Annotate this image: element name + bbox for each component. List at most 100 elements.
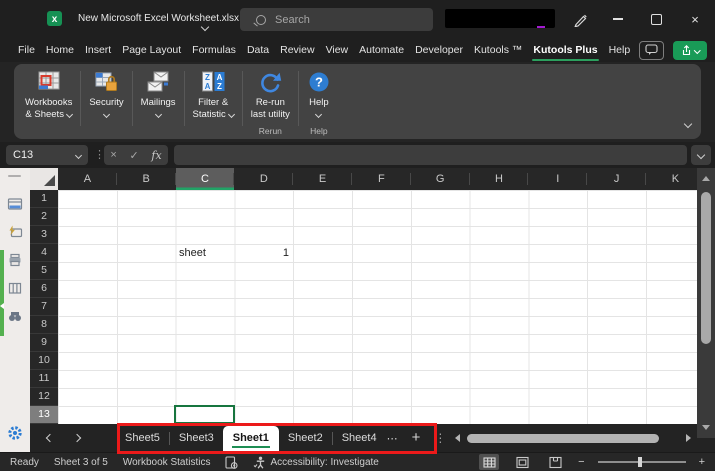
rerun-last-utility-button[interactable]: Re-run last utility bbox=[246, 68, 295, 122]
column-header-a[interactable]: A bbox=[58, 168, 117, 190]
name-box[interactable]: C13 bbox=[6, 145, 88, 165]
help-button[interactable]: ? Help bbox=[302, 68, 336, 119]
pane-drag-handle[interactable] bbox=[8, 175, 21, 177]
workbook-statistics-button[interactable]: Workbook Statistics bbox=[123, 457, 211, 468]
row-header-6[interactable]: 6 bbox=[30, 280, 58, 298]
tab-page-layout[interactable]: Page Layout bbox=[122, 38, 181, 62]
column-header-c[interactable]: C bbox=[176, 168, 235, 190]
row-header-7[interactable]: 7 bbox=[30, 298, 58, 316]
row-header-9[interactable]: 9 bbox=[30, 334, 58, 352]
row-header-11[interactable]: 11 bbox=[30, 370, 58, 388]
confirm-entry-button[interactable]: ✓ bbox=[129, 149, 138, 162]
previous-sheet-button[interactable] bbox=[36, 424, 63, 452]
macro-record-icon[interactable] bbox=[225, 456, 238, 469]
mailings-button[interactable]: Mailings bbox=[136, 68, 181, 119]
filter-statistic-button[interactable]: Z A A Z Filter & Statistic bbox=[188, 68, 239, 122]
tab-data[interactable]: Data bbox=[247, 38, 269, 62]
cell-grid[interactable]: sheet 1 bbox=[58, 190, 697, 424]
cancel-entry-button[interactable]: × bbox=[110, 149, 116, 161]
tab-developer[interactable]: Developer bbox=[415, 38, 463, 62]
sheet-tab-sheet2[interactable]: Sheet2 bbox=[279, 424, 332, 452]
sheet-tab-sheet4[interactable]: Sheet4 bbox=[333, 424, 386, 452]
column-header-i[interactable]: I bbox=[528, 168, 587, 190]
column-header-f[interactable]: F bbox=[352, 168, 411, 190]
vertical-scrollbar-thumb[interactable] bbox=[701, 192, 711, 344]
close-button[interactable]: × bbox=[680, 4, 710, 34]
page-break-preview-button[interactable] bbox=[545, 454, 565, 470]
column-list-pane-icon[interactable] bbox=[7, 280, 23, 296]
workbook-sheet-pane-icon[interactable] bbox=[7, 196, 23, 212]
column-header-k[interactable]: K bbox=[646, 168, 697, 190]
cell-C4[interactable]: sheet bbox=[179, 244, 206, 262]
zoom-slider-thumb[interactable] bbox=[638, 457, 642, 467]
row-header-3[interactable]: 3 bbox=[30, 226, 58, 244]
sheet-tab-sheet5[interactable]: Sheet5 bbox=[116, 424, 169, 452]
row-header-10[interactable]: 10 bbox=[30, 352, 58, 370]
zoom-slider[interactable] bbox=[598, 461, 686, 463]
row-header-2[interactable]: 2 bbox=[30, 208, 58, 226]
expand-formula-bar-button[interactable] bbox=[691, 145, 711, 165]
share-button[interactable] bbox=[673, 41, 707, 60]
tab-kutools[interactable]: Kutools ™ bbox=[474, 38, 522, 62]
insert-function-button[interactable]: fx bbox=[151, 149, 161, 162]
security-button[interactable]: Security bbox=[84, 68, 128, 119]
tab-automate[interactable]: Automate bbox=[359, 38, 404, 62]
scroll-right-icon[interactable] bbox=[686, 434, 691, 442]
scroll-up-icon[interactable] bbox=[702, 176, 710, 181]
more-sheets-icon[interactable]: ⋯ bbox=[387, 432, 399, 445]
select-all-corner[interactable] bbox=[30, 168, 58, 190]
excel-app-icon[interactable]: x bbox=[47, 11, 62, 26]
search-input[interactable]: Search bbox=[240, 8, 433, 31]
sheet-tab-sheet3[interactable]: Sheet3 bbox=[170, 424, 223, 452]
row-header-12[interactable]: 12 bbox=[30, 388, 58, 406]
accessibility-checker-button[interactable]: Accessibility: Investigate bbox=[253, 456, 378, 469]
tab-insert[interactable]: Insert bbox=[85, 38, 111, 62]
column-header-j[interactable]: J bbox=[587, 168, 646, 190]
column-header-e[interactable]: E bbox=[293, 168, 352, 190]
scroll-down-icon[interactable] bbox=[702, 425, 710, 430]
tab-file[interactable]: File bbox=[18, 38, 35, 62]
column-header-h[interactable]: H bbox=[470, 168, 529, 190]
horizontal-scrollbar-track[interactable] bbox=[465, 434, 681, 443]
zoom-out-button[interactable]: − bbox=[578, 456, 584, 468]
formula-input[interactable] bbox=[174, 145, 687, 165]
tab-review[interactable]: Review bbox=[280, 38, 314, 62]
pen-mode-button[interactable] bbox=[568, 7, 592, 31]
print-pane-icon[interactable] bbox=[7, 252, 23, 268]
comments-button[interactable] bbox=[639, 41, 664, 60]
title-dropdown-chevron-icon[interactable] bbox=[202, 17, 208, 35]
workbooks-sheets-button[interactable]: Workbooks & Sheets bbox=[20, 68, 77, 122]
row-header-5[interactable]: 5 bbox=[30, 262, 58, 280]
tab-kutools-plus[interactable]: Kutools Plus bbox=[533, 38, 597, 62]
row-header-8[interactable]: 8 bbox=[30, 316, 58, 334]
tab-home[interactable]: Home bbox=[46, 38, 74, 62]
settings-gear-icon[interactable] bbox=[7, 425, 23, 441]
tab-view[interactable]: View bbox=[326, 38, 349, 62]
tab-formulas[interactable]: Formulas bbox=[192, 38, 236, 62]
cell-D4[interactable]: 1 bbox=[235, 244, 289, 262]
next-sheet-button[interactable] bbox=[63, 424, 90, 452]
tab-help[interactable]: Help bbox=[609, 38, 631, 62]
collapse-ribbon-button[interactable] bbox=[685, 114, 691, 132]
column-header-d[interactable]: D bbox=[234, 168, 293, 190]
row-header-1[interactable]: 1 bbox=[30, 190, 58, 208]
maximize-button[interactable] bbox=[641, 4, 671, 34]
page-layout-view-button[interactable] bbox=[512, 454, 532, 470]
horizontal-scrollbar[interactable] bbox=[455, 434, 691, 443]
snap-pane-icon[interactable] bbox=[7, 224, 23, 240]
normal-view-button[interactable] bbox=[479, 454, 499, 470]
document-title[interactable]: New Microsoft Excel Worksheet.xlsx bbox=[78, 0, 239, 38]
row-header-4[interactable]: 4 bbox=[30, 244, 58, 262]
sheet-tab-sheet1-active[interactable]: Sheet1 bbox=[223, 426, 279, 452]
scroll-left-icon[interactable] bbox=[455, 434, 460, 442]
column-header-g[interactable]: G bbox=[411, 168, 470, 190]
minimize-button[interactable] bbox=[603, 4, 633, 34]
advanced-find-pane-icon[interactable] bbox=[7, 308, 23, 324]
vertical-scrollbar[interactable] bbox=[697, 168, 715, 438]
horizontal-scrollbar-thumb[interactable] bbox=[467, 434, 659, 443]
pane-expander-indicator[interactable] bbox=[0, 250, 4, 336]
column-header-b[interactable]: B bbox=[117, 168, 176, 190]
new-sheet-button[interactable]: + bbox=[412, 424, 421, 452]
row-header-13[interactable]: 13 bbox=[30, 406, 58, 424]
tabstrip-menu-icon[interactable]: ⋮ bbox=[434, 431, 446, 445]
